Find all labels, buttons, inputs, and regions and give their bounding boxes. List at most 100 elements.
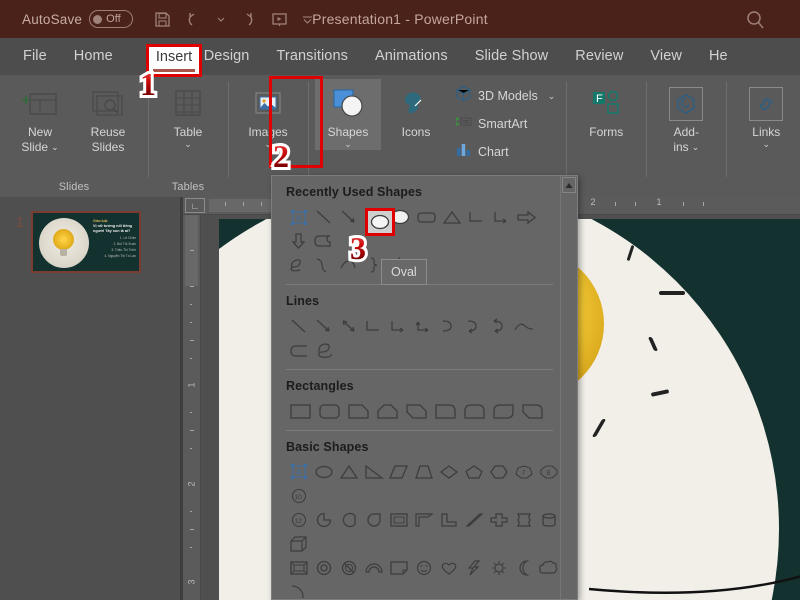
shape-smiley-face[interactable]	[411, 556, 436, 580]
shape-snip-same-side[interactable]	[373, 399, 402, 423]
tab-transitions[interactable]: Transitions	[263, 41, 360, 72]
undo-caret-icon[interactable]	[217, 10, 225, 29]
shape-curved-double-arrow[interactable]	[486, 314, 511, 338]
scroll-up-arrow-icon[interactable]	[562, 177, 576, 193]
customize-qat-caret-icon[interactable]	[302, 10, 313, 29]
links-button[interactable]: Links ⌄	[733, 79, 799, 150]
shape-oval[interactable]	[311, 460, 336, 484]
shape-down-arrow[interactable]	[286, 229, 311, 253]
shape-isosceles-triangle[interactable]	[336, 460, 361, 484]
shape-trapezoid[interactable]	[411, 460, 436, 484]
shape-rectangle[interactable]	[286, 399, 315, 423]
shape-block-arc[interactable]	[361, 556, 386, 580]
shape-arc[interactable]	[286, 580, 311, 599]
tab-review[interactable]: Review	[562, 41, 636, 72]
shape-elbow-connector[interactable]	[361, 314, 386, 338]
save-icon[interactable]	[153, 10, 172, 29]
shape-curved-arrow[interactable]	[461, 314, 486, 338]
shape-textbox[interactable]: A	[286, 460, 311, 484]
shape-snip-diagonal-corner[interactable]	[402, 399, 431, 423]
shape-parallelogram[interactable]	[386, 460, 411, 484]
shape-can[interactable]	[536, 508, 561, 532]
shape-freeform[interactable]	[286, 338, 313, 362]
shape-heart[interactable]	[436, 556, 461, 580]
shape-sun[interactable]	[486, 556, 511, 580]
shape-bevel[interactable]	[286, 556, 311, 580]
add-ins-button[interactable]: Add- ins ⌄	[653, 79, 719, 156]
vertical-ruler[interactable]: 1 2 3	[183, 214, 201, 600]
shape-L-shape[interactable]	[436, 508, 461, 532]
shape-textbox[interactable]: A	[286, 205, 311, 229]
shape-line-double-arrow[interactable]	[336, 314, 361, 338]
tab-home[interactable]: Home	[61, 41, 126, 72]
shape-diagonal-stripe[interactable]	[461, 508, 486, 532]
shape-teardrop[interactable]	[361, 508, 386, 532]
shape-no-symbol[interactable]	[336, 556, 361, 580]
shape-elbow-connector[interactable]	[464, 205, 489, 229]
undo-icon[interactable]	[185, 10, 204, 29]
shape-octagon[interactable]: 8	[536, 460, 561, 484]
chevron-down-icon[interactable]: ⌄	[548, 91, 556, 102]
slide-thumbnail-row[interactable]: 1 Giáo luật Vị nữ tướng nổi tiếng người …	[0, 211, 180, 273]
shape-curve[interactable]	[311, 253, 336, 277]
shape-cross[interactable]	[486, 508, 511, 532]
shape-snip-and-round[interactable]	[518, 399, 547, 423]
shapes-button[interactable]: Shapes ⌄	[315, 79, 381, 150]
tab-stop-icon[interactable]: ∟	[185, 198, 205, 213]
chevron-down-icon[interactable]: ⌄	[51, 141, 59, 154]
shape-elbow-double-arrow[interactable]	[411, 314, 436, 338]
shape-heptagon[interactable]: 7	[511, 460, 536, 484]
chart-button[interactable]: Chart	[455, 141, 555, 163]
table-button[interactable]: Table ⌄	[155, 79, 221, 150]
shape-hexagon[interactable]	[486, 460, 511, 484]
shape-line-arrow[interactable]	[336, 205, 361, 229]
shape-right-triangle[interactable]	[361, 460, 386, 484]
shape-line[interactable]	[286, 314, 311, 338]
new-slide-button[interactable]: New Slide ⌄	[7, 79, 73, 156]
forms-button[interactable]: F Forms	[573, 79, 639, 141]
shape-donut[interactable]	[311, 556, 336, 580]
search-icon[interactable]	[745, 9, 766, 35]
shape-decagon[interactable]: 10	[286, 484, 311, 508]
reuse-slides-button[interactable]: Reuse Slides	[75, 79, 141, 156]
tab-help[interactable]: He	[696, 41, 741, 72]
shape-round-same-side[interactable]	[460, 399, 489, 423]
shape-triangle[interactable]	[439, 205, 464, 229]
shape-folded-corner[interactable]	[386, 556, 411, 580]
shape-flowchart-process[interactable]	[311, 229, 336, 253]
slide-thumbnail[interactable]: Giáo luật Vị nữ tướng nổi tiếng người Tâ…	[31, 211, 141, 273]
shape-plaque[interactable]	[511, 508, 536, 532]
shape-round-single-corner[interactable]	[431, 399, 460, 423]
shape-pie[interactable]	[311, 508, 336, 532]
shape-dodecagon[interactable]: 12	[286, 508, 311, 532]
3d-models-button[interactable]: 3D Models ⌄	[455, 85, 555, 107]
annotation-box-oval-shape[interactable]	[365, 208, 395, 236]
shape-snip-single-corner[interactable]	[344, 399, 373, 423]
chevron-down-icon[interactable]: ⌄	[344, 140, 352, 149]
shape-line-arrow[interactable]	[311, 314, 336, 338]
gallery-scrollbar[interactable]	[560, 176, 577, 599]
redo-icon[interactable]	[238, 10, 257, 29]
shape-elbow-arrow[interactable]	[386, 314, 411, 338]
shape-rounded-rectangle[interactable]	[414, 205, 439, 229]
shape-curved-connector[interactable]	[436, 314, 461, 338]
chevron-down-icon[interactable]: ⌄	[184, 140, 192, 149]
tab-view[interactable]: View	[637, 41, 695, 72]
chevron-down-icon[interactable]: ⌄	[763, 140, 771, 149]
shape-cube[interactable]	[286, 532, 311, 556]
shape-frame[interactable]	[386, 508, 411, 532]
shape-round-diagonal-corner[interactable]	[489, 399, 518, 423]
shape-diamond[interactable]	[436, 460, 461, 484]
smartart-button[interactable]: SmartArt	[455, 113, 555, 135]
shape-moon[interactable]	[511, 556, 536, 580]
autosave-toggle[interactable]: Off	[89, 10, 134, 28]
shape-curve[interactable]	[511, 314, 536, 338]
shape-pentagon[interactable]	[461, 460, 486, 484]
tab-animations[interactable]: Animations	[362, 41, 461, 72]
shape-rounded-rectangle[interactable]	[315, 399, 344, 423]
tab-slide-show[interactable]: Slide Show	[462, 41, 562, 72]
shape-half-frame[interactable]	[411, 508, 436, 532]
chevron-down-icon[interactable]: ⌄	[692, 141, 700, 154]
tab-file[interactable]: File	[10, 41, 60, 72]
shape-right-arrow[interactable]	[514, 205, 539, 229]
